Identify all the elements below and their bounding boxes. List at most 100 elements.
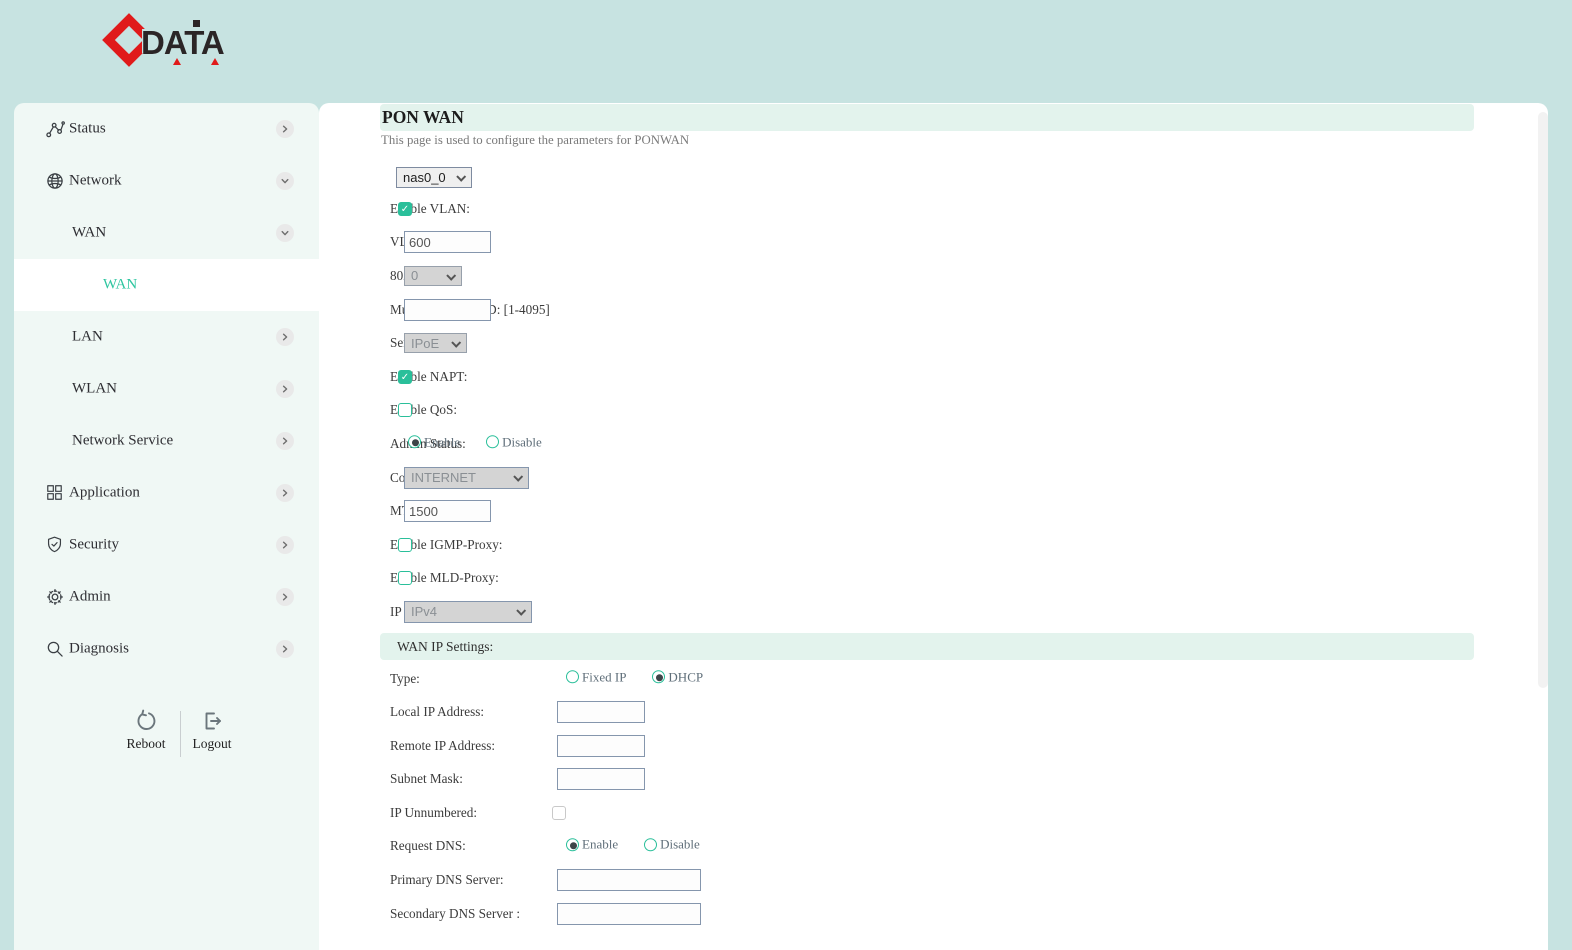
sidebar-item-lan-l2[interactable]: LAN xyxy=(14,311,319,363)
sidebar-item-network-service-l2[interactable]: Network Service xyxy=(14,415,319,467)
sidebar-item-label: Security xyxy=(69,537,119,554)
logout-button[interactable]: Logout xyxy=(177,709,247,752)
chevron-right-icon[interactable] xyxy=(276,120,294,138)
ip-unnumbered-checkbox xyxy=(552,806,566,820)
sidebar-item-network[interactable]: Network xyxy=(14,155,319,207)
field-row-enable-vlan: Enable VLAN:✓ xyxy=(319,192,1548,226)
service-type-select[interactable]: IPoE xyxy=(404,333,467,353)
802-1p-mark-select[interactable]: 0 xyxy=(404,266,462,286)
field-row-secondary-dns-server: Secondary DNS Server : xyxy=(319,897,1548,931)
field-label: Request DNS: xyxy=(390,838,466,854)
radio-label: Enable xyxy=(424,434,460,450)
radio-selected-icon xyxy=(652,670,665,683)
enable-igmp-proxy-checkbox[interactable] xyxy=(398,538,412,552)
select-value: 0 xyxy=(411,268,418,283)
logout-icon xyxy=(200,709,224,733)
chevron-down-icon[interactable] xyxy=(276,224,294,242)
logout-label: Logout xyxy=(177,736,247,752)
field-label: Remote IP Address: xyxy=(390,738,495,754)
field-label: Subnet Mask: xyxy=(390,771,463,787)
chevron-down-icon xyxy=(451,338,461,348)
primary-dns-server-input[interactable] xyxy=(557,869,701,891)
select-value: IPv4 xyxy=(411,604,437,619)
chevron-down-icon[interactable] xyxy=(276,172,294,190)
field-label: IP Unnumbered: xyxy=(390,805,477,821)
enable-napt-checkbox[interactable]: ✓ xyxy=(398,370,412,384)
mtu-input[interactable] xyxy=(404,500,491,522)
field-row-mtu: MTU: xyxy=(319,494,1548,528)
multicast-vlan-id-1-4095-input[interactable] xyxy=(404,299,491,321)
field-label: Secondary DNS Server : xyxy=(390,906,520,922)
sidebar-item-wan-l3[interactable]: WAN xyxy=(14,259,319,311)
chevron-right-icon[interactable] xyxy=(276,588,294,606)
sidebar-item-wlan-l2[interactable]: WLAN xyxy=(14,363,319,415)
sidebar-item-label: LAN xyxy=(72,329,103,346)
connection-type-select[interactable]: INTERNET xyxy=(404,467,529,489)
sidebar-item-status[interactable]: Status xyxy=(14,103,319,155)
admin-status-radio-enable[interactable]: Enable xyxy=(408,434,460,450)
field-label: Local IP Address: xyxy=(390,704,484,720)
pon-wan-form: Enable VLAN:✓VLAN ID:802.1p_Mark0Multica… xyxy=(319,192,1548,629)
request-dns-radio-enable[interactable]: Enable xyxy=(566,837,618,853)
enable-mld-proxy-checkbox[interactable] xyxy=(398,571,412,585)
chevron-right-icon[interactable] xyxy=(276,484,294,502)
chevron-right-icon[interactable] xyxy=(276,432,294,450)
page-title-strip: PON WAN xyxy=(380,104,1474,131)
sidebar-item-application[interactable]: Application xyxy=(14,467,319,519)
sidebar-nav: Status Network WAN WAN LAN WLAN Network S… xyxy=(14,103,319,675)
radio-label: Fixed IP xyxy=(582,669,626,685)
chevron-down-icon xyxy=(516,606,526,616)
main-panel: PON WAN This page is used to configure t… xyxy=(319,103,1548,950)
gear-icon xyxy=(45,587,65,607)
field-row-subnet-mask: Subnet Mask: xyxy=(319,763,1548,797)
vlan-id-input[interactable] xyxy=(404,231,491,253)
chevron-right-icon[interactable] xyxy=(276,380,294,398)
local-ip-address-input[interactable] xyxy=(557,701,645,723)
select-value: IPoE xyxy=(411,336,439,351)
ip-protocol-select[interactable]: IPv4 xyxy=(404,601,532,623)
field-label: Primary DNS Server: xyxy=(390,872,504,888)
page-title: PON WAN xyxy=(382,107,464,127)
field-row-remote-ip-address: Remote IP Address: xyxy=(319,729,1548,763)
request-dns-radio-disable[interactable]: Disable xyxy=(644,837,700,853)
sidebar-item-admin[interactable]: Admin xyxy=(14,571,319,623)
sidebar-item-label: Network Service xyxy=(72,433,173,450)
radio-label: Disable xyxy=(660,837,700,853)
field-row-ip-unnumbered: IP Unnumbered: xyxy=(319,796,1548,830)
admin-status-radio-disable[interactable]: Disable xyxy=(486,434,542,450)
chevron-down-icon xyxy=(446,271,456,281)
subnet-mask-input[interactable] xyxy=(557,768,645,790)
field-row-vlan-id: VLAN ID: xyxy=(319,226,1548,260)
remote-ip-address-input[interactable] xyxy=(557,735,645,757)
enable-vlan-checkbox[interactable]: ✓ xyxy=(398,202,412,216)
globe-icon xyxy=(45,171,65,191)
reboot-button[interactable]: Reboot xyxy=(111,709,181,752)
enable-qos-checkbox[interactable] xyxy=(398,403,412,417)
chevron-down-icon xyxy=(513,471,523,481)
type-radio-dhcp[interactable]: DHCP xyxy=(652,669,703,685)
page-subtitle: This page is used to configure the param… xyxy=(381,133,1548,149)
field-row-admin-status: Admin Status:EnableDisable xyxy=(319,427,1548,461)
chevron-right-icon[interactable] xyxy=(276,640,294,658)
sidebar: Status Network WAN WAN LAN WLAN Network S… xyxy=(14,103,319,950)
sidebar-item-wan-l2[interactable]: WAN xyxy=(14,207,319,259)
chevron-right-icon[interactable] xyxy=(276,536,294,554)
field-row-request-dns: Request DNS: Enable Disable xyxy=(319,830,1548,864)
wan-ip-settings-strip: WAN IP Settings: xyxy=(380,633,1474,660)
interface-select-value: nas0_0 xyxy=(403,170,446,185)
sidebar-item-security[interactable]: Security xyxy=(14,519,319,571)
radio-icon xyxy=(644,838,657,851)
select-value: INTERNET xyxy=(411,470,476,485)
interface-select[interactable]: nas0_0 xyxy=(396,167,472,188)
logo-text: DATA xyxy=(141,24,224,62)
scrollbar[interactable] xyxy=(1538,112,1548,688)
secondary-dns-server-input[interactable] xyxy=(557,903,701,925)
chevron-right-icon[interactable] xyxy=(276,328,294,346)
field-row-enable-igmp-proxy: Enable IGMP-Proxy: xyxy=(319,528,1548,562)
grid-icon xyxy=(45,483,65,503)
field-row-type: Type:Fixed IPDHCP xyxy=(319,662,1548,696)
type-radio-fixed-ip[interactable]: Fixed IP xyxy=(566,669,626,685)
sidebar-item-diagnosis[interactable]: Diagnosis xyxy=(14,623,319,675)
reboot-label: Reboot xyxy=(111,736,181,752)
sidebar-footer: Reboot Logout xyxy=(14,709,319,779)
